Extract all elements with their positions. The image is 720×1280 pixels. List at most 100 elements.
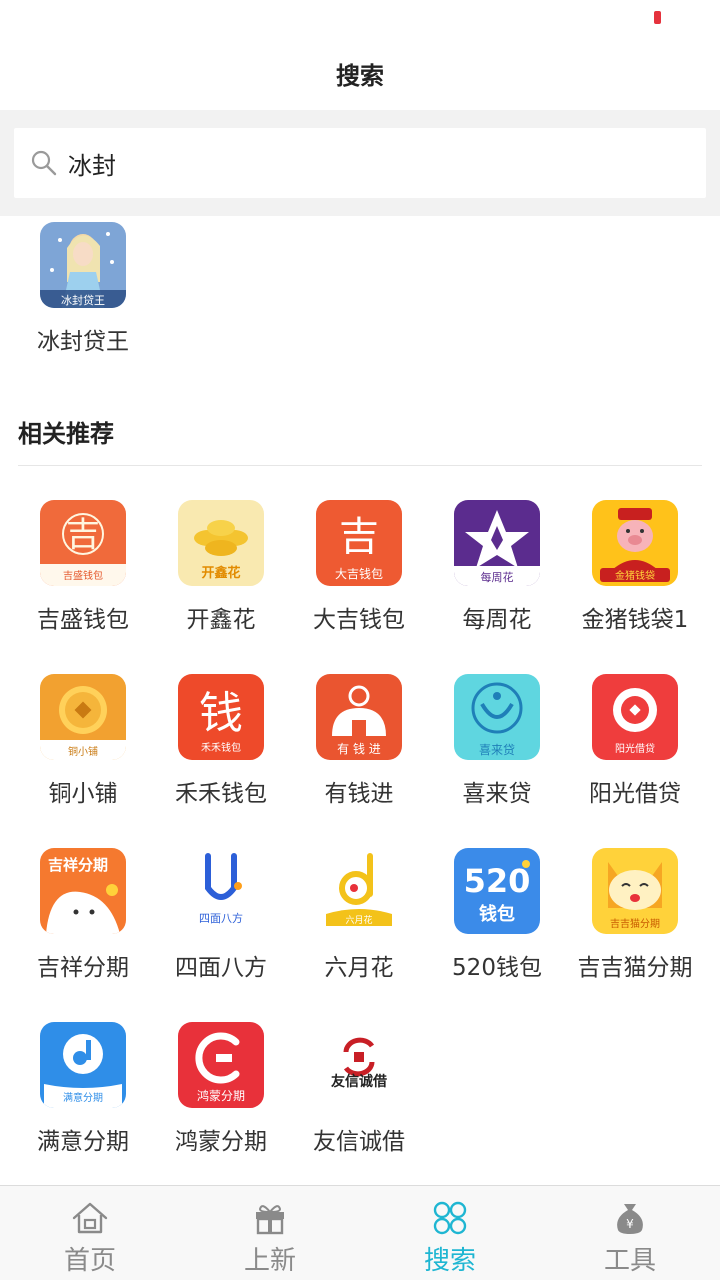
app-icon-caption: 每周花 <box>481 570 514 584</box>
app-item[interactable]: 吉吉猫分期 吉吉猫分期 <box>566 848 704 982</box>
search-input[interactable] <box>68 149 668 177</box>
app-name: 六月花 <box>324 955 394 981</box>
app-icon-jijimao: 吉吉猫分期 <box>592 848 678 934</box>
status-bar <box>0 0 720 36</box>
app-icon-caption: 鸿蒙分期 <box>197 1089 245 1103</box>
app-icon-youqianjin: 有 钱 进 <box>316 674 402 760</box>
app-icon-kaixinhua: 开鑫花 <box>178 500 264 586</box>
result-app-item[interactable]: 冰封贷王 冰封贷王 <box>14 222 152 356</box>
app-name: 大吉钱包 <box>313 607 405 633</box>
app-icon-caption: 开鑫花 <box>201 565 240 581</box>
app-item[interactable]: 520 钱包 520钱包 <box>428 848 566 982</box>
app-name: 满意分期 <box>37 1129 129 1155</box>
app-item[interactable]: 鸿蒙分期 鸿蒙分期 <box>152 1022 290 1156</box>
app-icon-xilaidai: 喜来贷 <box>454 674 540 760</box>
app-name: 喜来贷 <box>462 781 532 807</box>
app-icon-bingfeng: 冰封贷王 <box>40 222 126 308</box>
bottom-tab-bar: 首页 上新 搜索 ¥ 工具 <box>0 1185 720 1280</box>
gift-icon <box>256 1205 284 1235</box>
app-icon-liuyuehua: 六月花 <box>316 848 402 934</box>
app-icon-caption: 铜小铺 <box>68 745 98 758</box>
tab-search[interactable]: 搜索 <box>360 1186 540 1280</box>
app-item[interactable]: 铜小铺 铜小铺 <box>14 674 152 808</box>
app-icon-caption: 六月花 <box>345 914 372 926</box>
battery-icon <box>654 11 661 24</box>
app-item[interactable]: 六月花 六月花 <box>290 848 428 982</box>
app-icon-caption: 金猪钱袋 <box>615 569 655 582</box>
app-icon-caption: 冰封贷王 <box>61 293 105 307</box>
app-name: 吉吉猫分期 <box>577 955 693 981</box>
app-icon-caption: 喜来贷 <box>479 743 515 757</box>
app-icon-caption: 吉盛钱包 <box>63 569 103 582</box>
app-item[interactable]: 满意分期 满意分期 <box>14 1022 152 1156</box>
recommend-title: 相关推荐 <box>18 420 114 448</box>
tab-new[interactable]: 上新 <box>180 1186 360 1280</box>
app-name: 520钱包 <box>452 955 542 981</box>
page-title: 搜索 <box>336 61 384 90</box>
app-item[interactable]: 四面八方 四面八方 <box>152 848 290 982</box>
app-name: 开鑫花 <box>186 607 256 633</box>
tab-label: 首页 <box>63 1246 116 1276</box>
app-name: 每周花 <box>462 607 532 633</box>
app-name: 吉祥分期 <box>37 955 129 981</box>
app-icon-520: 520 钱包 <box>454 848 540 934</box>
app-name: 鸿蒙分期 <box>175 1129 267 1155</box>
app-name: 友信诚借 <box>313 1129 405 1155</box>
app-icon-tongxiaopu: 铜小铺 <box>40 674 126 760</box>
app-name: 禾禾钱包 <box>175 781 267 807</box>
app-item[interactable]: 开鑫花 开鑫花 <box>152 500 290 634</box>
svg-text:520: 520 <box>464 862 531 900</box>
app-item[interactable]: 阳光借贷 阳光借贷 <box>566 674 704 808</box>
app-icon-youxin: 友信诚借 <box>316 1022 402 1108</box>
app-item[interactable]: 金猪钱袋 金猪钱袋1 <box>566 500 704 634</box>
svg-text:钱包: 钱包 <box>479 903 515 925</box>
home-icon <box>72 1202 108 1234</box>
app-icon-caption: 禾禾钱包 <box>201 741 241 754</box>
app-icon-caption: 吉吉猫分期 <box>610 917 660 930</box>
title-bar: 搜索 <box>0 36 720 110</box>
app-item[interactable]: 吉 吉盛钱包 吉盛钱包 <box>14 500 152 634</box>
app-item[interactable]: 吉祥分期 吉祥分期 <box>14 848 152 982</box>
app-screen: 搜索 冰封贷王 冰封贷王 <box>0 0 720 1280</box>
app-icon-jixiang: 吉祥分期 <box>40 848 126 934</box>
app-item[interactable]: 友信诚借 友信诚借 <box>290 1022 428 1156</box>
app-icon-hehe: 钱 禾禾钱包 <box>178 674 264 760</box>
app-icon-meizhouhua: 每周花 <box>454 500 540 586</box>
app-icon-caption: 吉祥分期 <box>48 856 108 874</box>
search-icon <box>31 150 57 176</box>
app-name: 四面八方 <box>175 955 267 981</box>
app-icon-caption: 四面八方 <box>199 911 243 925</box>
app-icon-caption: 满意分期 <box>63 1091 103 1104</box>
search-area <box>0 110 720 216</box>
svg-text:吉: 吉 <box>66 515 100 555</box>
app-icon-jinzhu: 金猪钱袋 <box>592 500 678 586</box>
tab-label: 工具 <box>603 1246 656 1276</box>
app-icon-simianbafang: 四面八方 <box>178 848 264 934</box>
app-name: 有钱进 <box>324 781 394 807</box>
search-box[interactable] <box>14 128 706 198</box>
app-icon-daji: 吉 大吉钱包 <box>316 500 402 586</box>
app-item[interactable]: 有 钱 进 有钱进 <box>290 674 428 808</box>
app-icon-jisheng: 吉 吉盛钱包 <box>40 500 126 586</box>
money-bag-icon: ¥ <box>617 1204 643 1234</box>
app-item[interactable]: 吉 大吉钱包 大吉钱包 <box>290 500 428 634</box>
divider <box>18 465 702 466</box>
app-icon-caption: 阳光借贷 <box>615 742 655 755</box>
search-results: 冰封贷王 冰封贷王 <box>0 216 720 384</box>
app-item[interactable]: 钱 禾禾钱包 禾禾钱包 <box>152 674 290 808</box>
app-name: 金猪钱袋1 <box>581 607 689 633</box>
app-icon-hongmeng: 鸿蒙分期 <box>178 1022 264 1108</box>
svg-text:¥: ¥ <box>626 1217 634 1231</box>
tab-home[interactable]: 首页 <box>0 1186 180 1280</box>
app-icon-manyi: 满意分期 <box>40 1022 126 1108</box>
svg-text:吉: 吉 <box>339 514 379 560</box>
tab-label: 上新 <box>243 1246 296 1276</box>
app-icon-yangguang: 阳光借贷 <box>592 674 678 760</box>
app-name: 铜小铺 <box>48 781 118 807</box>
app-icon-caption: 友信诚借 <box>331 1073 387 1090</box>
app-item[interactable]: 每周花 每周花 <box>428 500 566 634</box>
tab-label: 搜索 <box>423 1246 476 1276</box>
app-item[interactable]: 喜来贷 喜来贷 <box>428 674 566 808</box>
tab-tools[interactable]: ¥ 工具 <box>540 1186 720 1280</box>
svg-text:钱: 钱 <box>199 688 243 739</box>
